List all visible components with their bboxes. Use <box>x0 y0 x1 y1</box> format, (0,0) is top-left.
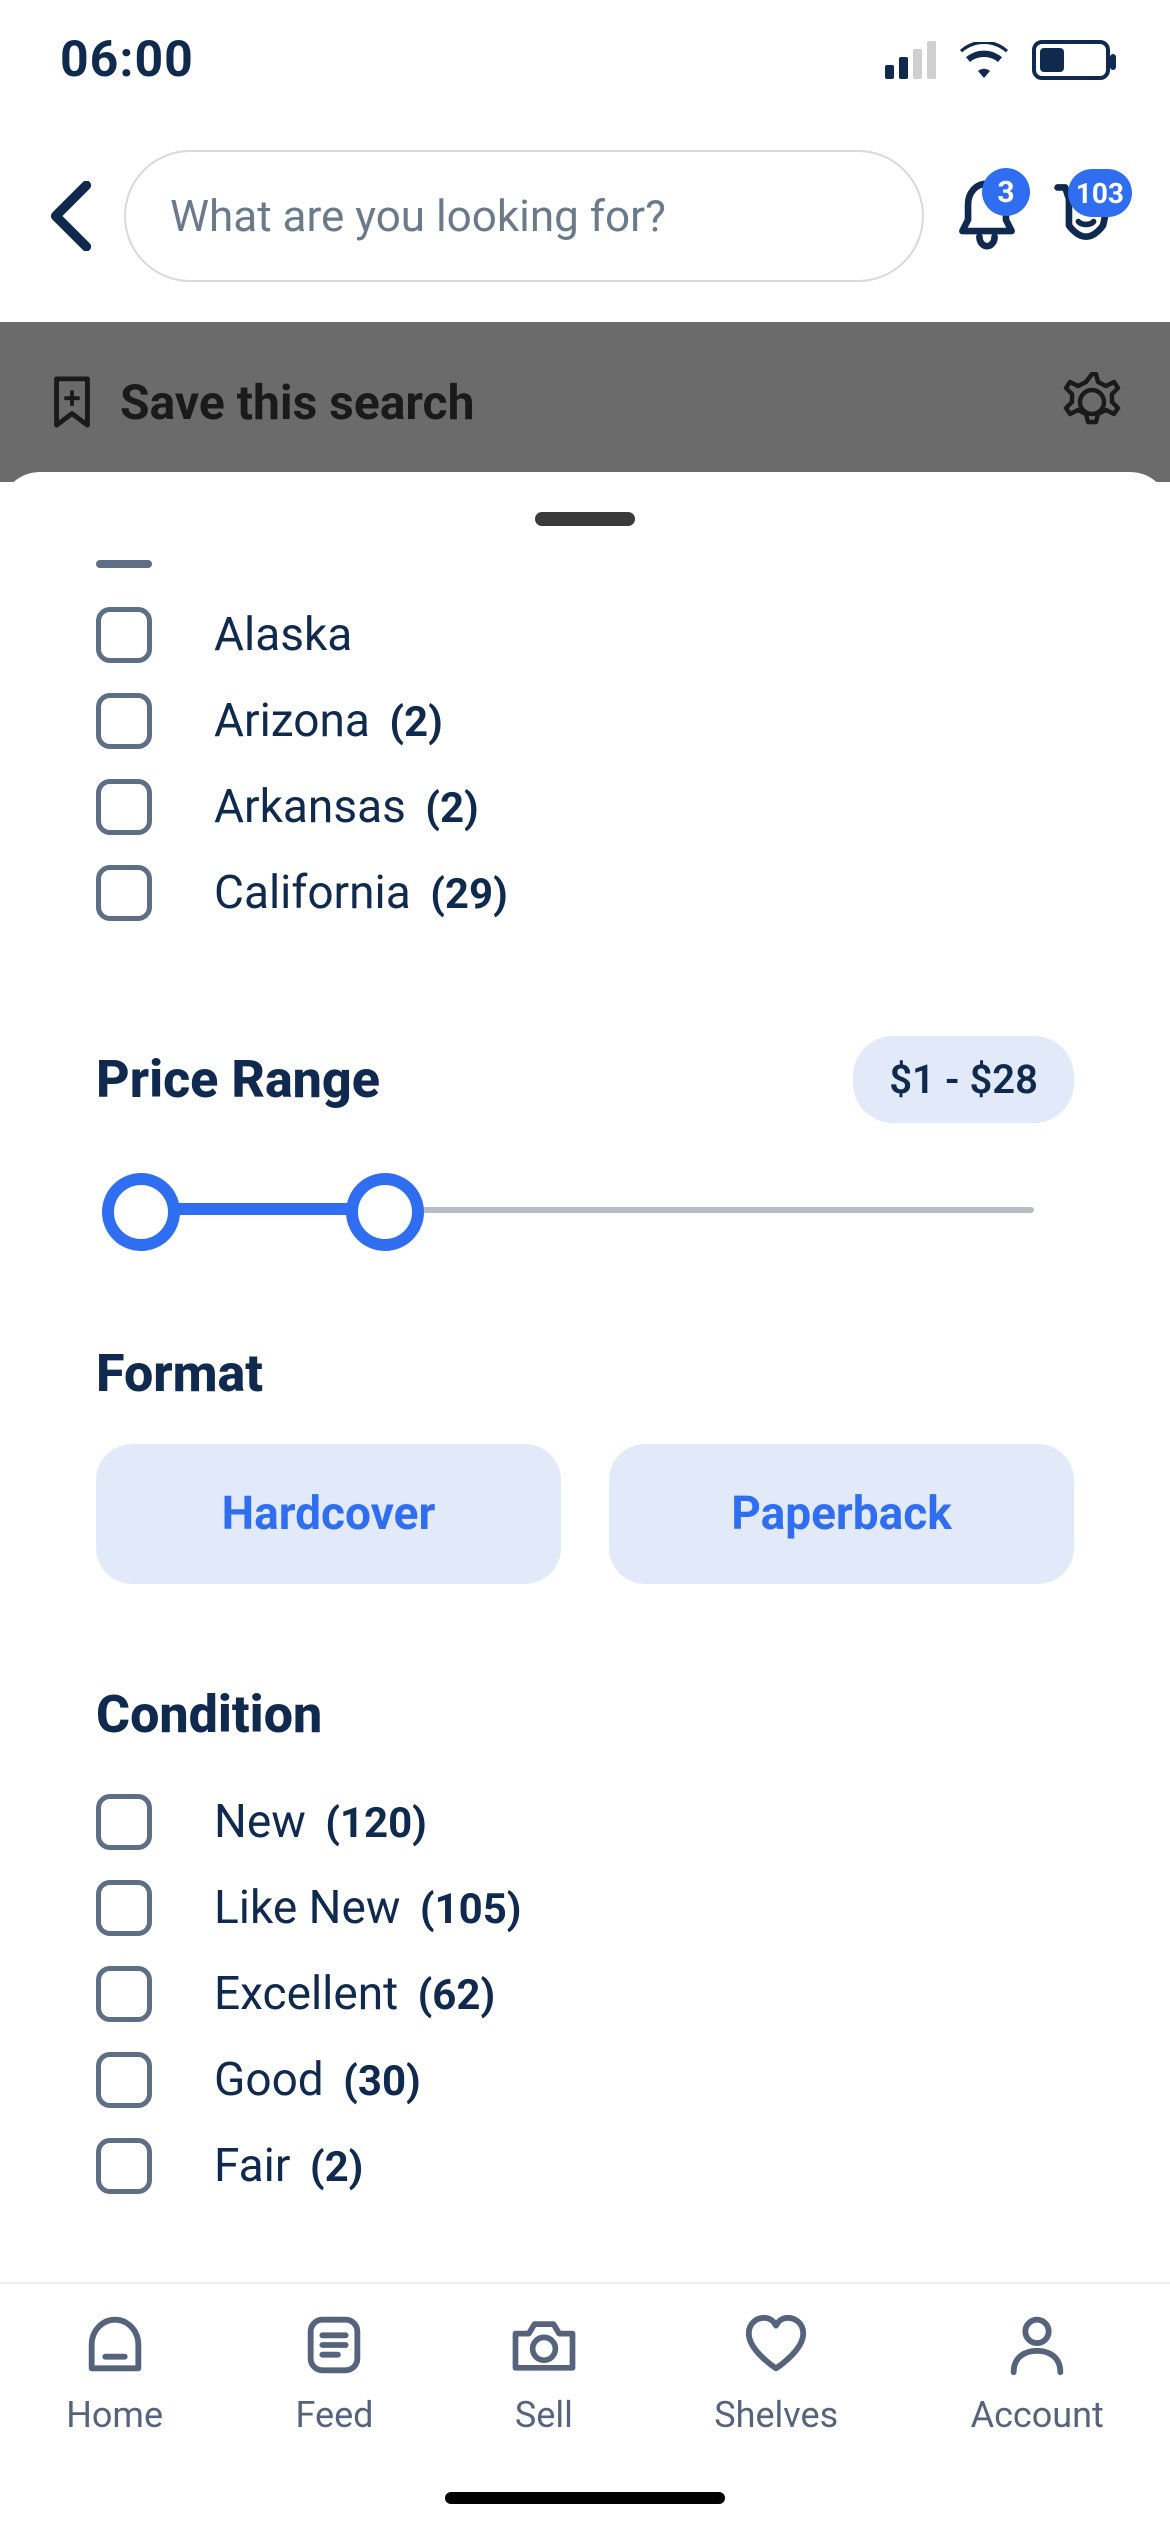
slider-thumb-max[interactable] <box>346 1173 424 1251</box>
location-label: Alaska <box>214 608 352 662</box>
format-option-hardcover[interactable]: Hardcover <box>96 1444 561 1584</box>
condition-option[interactable]: Like New (105) <box>96 1865 1074 1951</box>
location-count: (2) <box>425 784 479 833</box>
location-label: Arkansas <box>214 780 406 834</box>
bottom-nav: Home Feed Sell Shelves Account <box>0 2282 1170 2532</box>
price-range-title: Price Range <box>96 1049 380 1110</box>
nav-sell-label: Sell <box>515 2394 573 2436</box>
price-range-section: Price Range $1 - $28 <box>0 1036 1170 1243</box>
condition-label: Good <box>214 2053 324 2107</box>
format-option-paperback[interactable]: Paperback <box>609 1444 1074 1584</box>
status-time: 06:00 <box>60 31 194 89</box>
location-filter-list: Alaska Arizona (2) Arkansas (2) Californ… <box>0 560 1170 936</box>
partial-previous-item <box>96 560 152 568</box>
location-option[interactable]: Arkansas (2) <box>96 764 1074 850</box>
cart-badge: 103 <box>1068 169 1132 217</box>
home-indicator <box>445 2492 725 2504</box>
feed-icon <box>299 2310 369 2380</box>
condition-count: (120) <box>325 1799 427 1848</box>
checkbox-icon <box>96 1880 152 1936</box>
camera-icon <box>506 2310 582 2380</box>
gear-icon <box>1062 372 1122 432</box>
nav-home-label: Home <box>66 2394 163 2436</box>
save-search-label[interactable]: Save this search <box>120 374 474 431</box>
notifications-button[interactable]: 3 <box>954 178 1020 254</box>
checkbox-icon <box>96 865 152 921</box>
save-search-bar: Save this search <box>0 322 1170 482</box>
status-bar: 06:00 <box>0 0 1170 120</box>
condition-count: (2) <box>310 2143 364 2192</box>
location-option[interactable]: Arizona (2) <box>96 678 1074 764</box>
location-count: (2) <box>389 698 443 747</box>
condition-label: Excellent <box>214 1967 398 2021</box>
condition-count: (105) <box>420 1885 522 1934</box>
app-header: What are you looking for? 3 103 <box>0 120 1170 322</box>
condition-count: (30) <box>343 2057 421 2106</box>
checkbox-icon <box>96 1794 152 1850</box>
battery-icon <box>1032 40 1110 80</box>
format-title: Format <box>96 1343 1074 1404</box>
wifi-icon <box>960 42 1008 78</box>
condition-label: New <box>214 1795 306 1849</box>
location-option[interactable]: Alaska <box>96 592 1074 678</box>
price-range-slider[interactable] <box>96 1173 1074 1243</box>
back-button[interactable] <box>48 181 94 251</box>
slider-thumb-min[interactable] <box>102 1173 180 1251</box>
condition-count: (62) <box>418 1971 496 2020</box>
checkbox-icon <box>96 693 152 749</box>
status-indicators <box>885 40 1110 80</box>
sheet-grabber[interactable] <box>535 512 635 526</box>
checkbox-icon <box>96 1966 152 2022</box>
price-range-value: $1 - $28 <box>853 1036 1074 1123</box>
condition-label: Like New <box>214 1881 400 1935</box>
location-option[interactable]: California (29) <box>96 850 1074 936</box>
search-input[interactable]: What are you looking for? <box>124 150 924 282</box>
heart-icon <box>741 2310 811 2380</box>
location-count: (29) <box>430 870 508 919</box>
condition-label: Fair <box>214 2139 290 2193</box>
nav-shelves-label: Shelves <box>714 2394 838 2436</box>
location-label: California <box>214 866 411 920</box>
nav-account[interactable]: Account <box>971 2310 1104 2436</box>
nav-sell[interactable]: Sell <box>506 2310 582 2436</box>
cellular-icon <box>885 41 936 79</box>
condition-option[interactable]: New (120) <box>96 1779 1074 1865</box>
filter-sheet: Alaska Arizona (2) Arkansas (2) Californ… <box>0 472 1170 2209</box>
nav-home[interactable]: Home <box>66 2310 163 2436</box>
cart-button[interactable]: 103 <box>1050 179 1122 253</box>
nav-shelves[interactable]: Shelves <box>714 2310 838 2436</box>
condition-title: Condition <box>96 1684 1074 1745</box>
checkbox-icon <box>96 779 152 835</box>
search-placeholder: What are you looking for? <box>170 190 666 242</box>
checkbox-icon <box>96 607 152 663</box>
account-icon <box>1002 2310 1072 2380</box>
checkbox-icon <box>96 2138 152 2194</box>
condition-option[interactable]: Excellent (62) <box>96 1951 1074 2037</box>
format-section: Format Hardcover Paperback <box>0 1343 1170 1584</box>
condition-option[interactable]: Good (30) <box>96 2037 1074 2123</box>
nav-feed-label: Feed <box>295 2394 373 2436</box>
location-label: Arizona <box>214 694 370 748</box>
nav-feed[interactable]: Feed <box>295 2310 373 2436</box>
notification-badge: 3 <box>982 168 1030 216</box>
checkbox-icon <box>96 2052 152 2108</box>
settings-button[interactable] <box>1062 372 1122 432</box>
bookmark-icon <box>48 375 96 429</box>
nav-account-label: Account <box>971 2394 1104 2436</box>
condition-section: Condition New (120) Like New (105) Excel… <box>0 1684 1170 2209</box>
condition-option[interactable]: Fair (2) <box>96 2123 1074 2209</box>
home-icon <box>80 2310 150 2380</box>
